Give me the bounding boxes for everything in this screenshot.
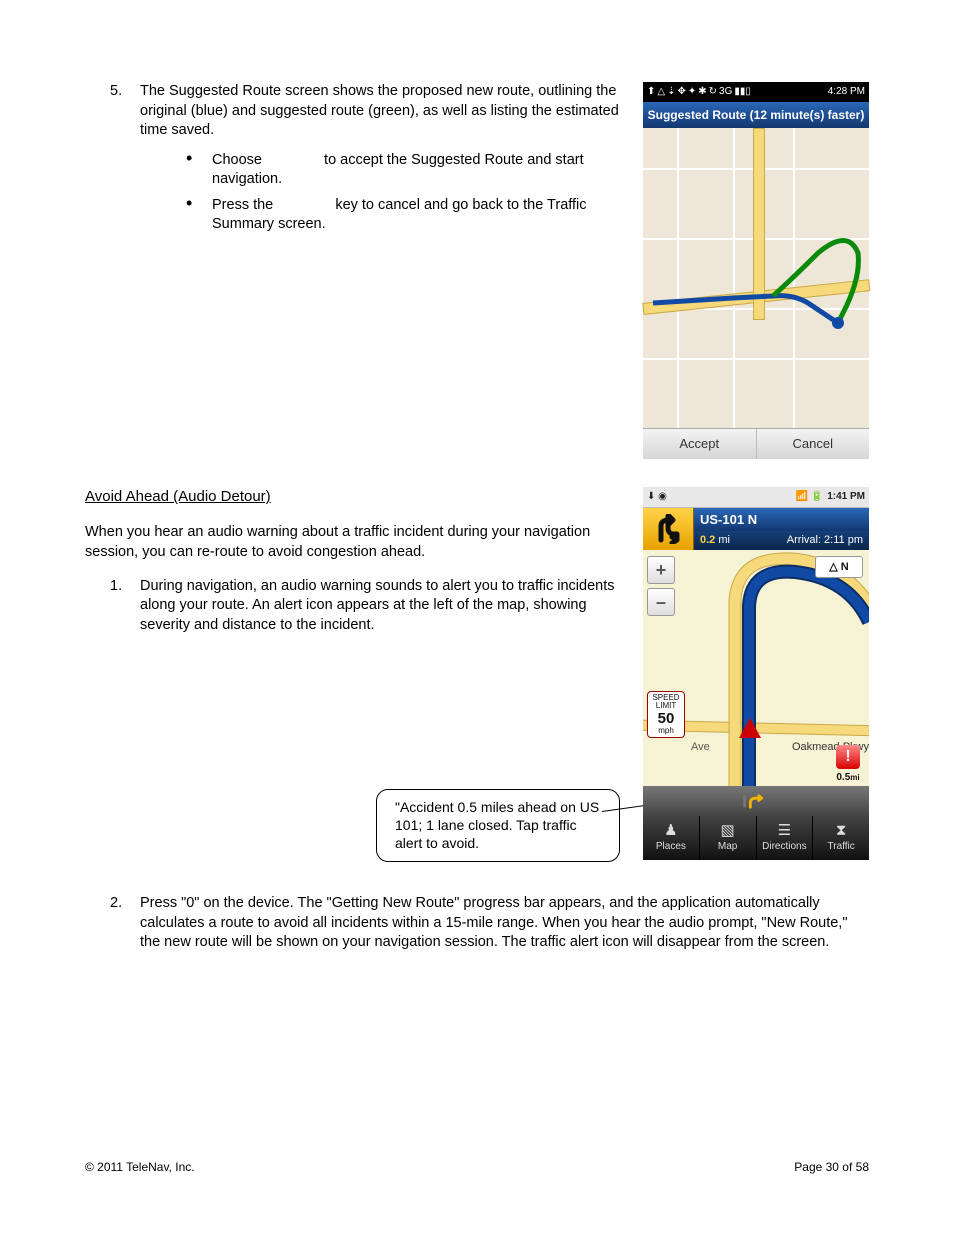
avoid-ahead-intro: When you hear an audio warning about a t… <box>85 523 629 562</box>
status-icons-left: ⬇ ◉ <box>647 490 667 504</box>
footer-page-number: Page 30 of 58 <box>794 1159 869 1175</box>
turn-arrow-icon <box>643 508 694 550</box>
tab-map[interactable]: ▧Map <box>699 816 756 860</box>
section-heading-avoid-ahead: Avoid Ahead (Audio Detour) <box>85 487 629 507</box>
step-5-text: The Suggested Route screen shows the pro… <box>140 83 619 138</box>
zoom-in-button[interactable]: + <box>647 556 675 584</box>
screenshot-suggested-route: ⬆△⇣✥✦✱↻3G▮▮▯ 4:28 PM Suggested Route (12… <box>643 82 869 459</box>
step-2-text: Press "0" on the device. The "Getting Ne… <box>140 895 847 950</box>
status-bar: ⬇ ◉ 📶 🔋1:41 PM <box>643 487 869 508</box>
status-clock: 1:41 PM <box>827 491 865 502</box>
zoom-out-button[interactable]: – <box>647 588 675 616</box>
traffic-icon: ⧗ <box>836 823 847 838</box>
suggested-route-title: Suggested Route (12 minute(s) faster) <box>643 102 869 128</box>
bullet-accept: Choose to accept the Suggested Route and… <box>140 151 629 190</box>
status-icons-right: 📶 🔋 <box>796 491 824 502</box>
step-number-5: 5 <box>110 82 122 102</box>
step-1-text: During navigation, an audio warning soun… <box>140 578 615 633</box>
current-road: US-101 N <box>694 508 869 531</box>
arrival-time: Arrival: 2:11 pm <box>787 533 863 548</box>
next-turn-preview[interactable] <box>643 786 869 816</box>
accept-button[interactable]: Accept <box>643 429 756 459</box>
compass-indicator[interactable]: △N <box>815 556 863 578</box>
nav-map-view[interactable]: + – △N SPEED LIMIT 50 mph Ave Oakmead Pk… <box>643 550 869 816</box>
tab-traffic[interactable]: ⧗Traffic <box>812 816 869 860</box>
places-icon: ♟ <box>664 823 677 838</box>
step-number-1: 1 <box>110 577 122 597</box>
status-bar: ⬆△⇣✥✦✱↻3G▮▮▯ 4:28 PM <box>643 82 869 102</box>
tab-directions[interactable]: ☰Directions <box>756 816 813 860</box>
screenshot-navigation: ⬇ ◉ 📶 🔋1:41 PM US-101 N 0.2 mi Arrival: … <box>643 487 869 860</box>
bullet-cancel: Press the key to cancel and go back to t… <box>140 196 629 235</box>
status-icons: ⬆△⇣✥✦✱↻3G▮▮▯ <box>647 85 753 99</box>
vehicle-icon <box>739 718 761 738</box>
distance-value: 0.2 <box>700 534 715 546</box>
bottom-tab-bar: ♟Places ▧Map ☰Directions ⧗Traffic <box>643 816 869 860</box>
cross-street-left: Ave <box>691 740 710 755</box>
traffic-alert-icon[interactable]: ! 0.5mi <box>831 745 865 785</box>
audio-callout: "Accident 0.5 miles ahead on US 101; 1 l… <box>376 789 620 862</box>
status-clock: 4:28 PM <box>828 85 865 99</box>
speed-limit-sign: SPEED LIMIT 50 mph <box>647 691 685 738</box>
tab-places[interactable]: ♟Places <box>643 816 699 860</box>
directions-icon: ☰ <box>778 823 791 838</box>
warning-triangle-icon: ! <box>836 745 860 769</box>
step-number-2: 2 <box>110 894 122 914</box>
distance-unit: mi <box>718 534 730 546</box>
route-overlay <box>643 128 869 428</box>
footer-copyright: © 2011 TeleNav, Inc. <box>85 1159 195 1175</box>
cancel-button[interactable]: Cancel <box>756 429 870 459</box>
map-view[interactable] <box>643 128 869 428</box>
map-icon: ▧ <box>721 823 735 838</box>
